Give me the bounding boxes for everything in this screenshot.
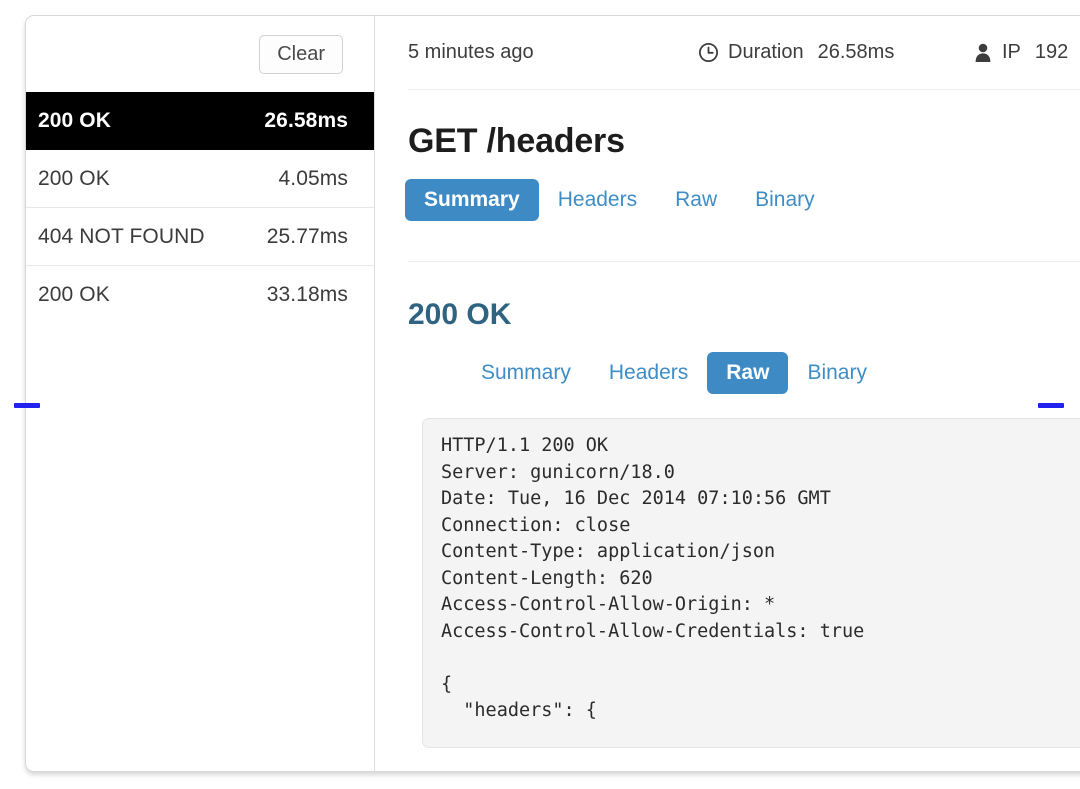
request-tab-binary[interactable]: Binary xyxy=(736,179,834,221)
raw-response-text: HTTP/1.1 200 OK Server: gunicorn/18.0 Da… xyxy=(441,433,1080,725)
clock-icon xyxy=(698,42,719,63)
request-duration: 4.05ms xyxy=(279,167,348,191)
raw-response-block[interactable]: HTTP/1.1 200 OK Server: gunicorn/18.0 Da… xyxy=(422,418,1080,748)
request-detail-pane: 5 minutes ago Duration 26.58ms xyxy=(375,16,1080,771)
request-list-item[interactable]: 200 OK 33.18ms xyxy=(26,266,374,324)
duration-label: Duration xyxy=(728,41,804,64)
resize-handle-left[interactable] xyxy=(14,403,40,408)
request-meta-row: 5 minutes ago Duration 26.58ms xyxy=(408,16,1080,89)
request-list-item[interactable]: 200 OK 4.05ms xyxy=(26,150,374,208)
request-ip: IP 192 xyxy=(973,41,1068,64)
sidebar-toolbar: Clear xyxy=(26,16,374,92)
ip-value: 192 xyxy=(1035,41,1068,64)
response-tab-headers[interactable]: Headers xyxy=(590,352,707,394)
request-status: 404 NOT FOUND xyxy=(38,225,205,249)
clear-button[interactable]: Clear xyxy=(259,35,343,74)
user-icon xyxy=(973,42,993,63)
request-status: 200 OK xyxy=(38,283,110,307)
request-duration: 33.18ms xyxy=(267,283,348,307)
request-tab-raw[interactable]: Raw xyxy=(656,179,736,221)
request-duration: 25.77ms xyxy=(267,225,348,249)
section-divider xyxy=(408,261,1080,262)
resize-handle-right[interactable] xyxy=(1038,403,1064,408)
response-status-title: 200 OK xyxy=(408,298,1080,332)
meta-divider xyxy=(408,89,1080,90)
request-list: 200 OK 26.58ms 200 OK 4.05ms 404 NOT FOUND 25… xyxy=(26,92,374,324)
request-status: 200 OK xyxy=(38,167,110,191)
response-tab-bar: SummaryHeadersRawBinary xyxy=(462,352,1080,394)
request-list-item[interactable]: 404 NOT FOUND 25.77ms xyxy=(26,208,374,266)
request-tab-summary[interactable]: Summary xyxy=(405,179,539,221)
response-tab-summary[interactable]: Summary xyxy=(462,352,590,394)
response-tab-binary[interactable]: Binary xyxy=(788,352,886,394)
request-title: GET /headers xyxy=(408,122,1080,161)
ip-label: IP xyxy=(1002,41,1021,64)
request-status: 200 OK xyxy=(38,109,111,133)
response-tab-raw[interactable]: Raw xyxy=(707,352,788,394)
window-content: Clear 200 OK 26.58ms 200 OK 4.05ms 404 NOT F… xyxy=(26,16,1080,771)
duration-value: 26.58ms xyxy=(818,41,895,64)
request-list-item[interactable]: 200 OK 26.58ms xyxy=(26,92,374,150)
request-duration: 26.58ms xyxy=(264,109,348,133)
request-tab-bar: SummaryHeadersRawBinary xyxy=(405,179,1080,221)
request-duration: Duration 26.58ms xyxy=(698,41,973,64)
app-window: Clear 200 OK 26.58ms 200 OK 4.05ms 404 NOT F… xyxy=(25,15,1080,772)
request-timestamp: 5 minutes ago xyxy=(408,41,698,64)
request-tab-headers[interactable]: Headers xyxy=(539,179,656,221)
request-list-sidebar: Clear 200 OK 26.58ms 200 OK 4.05ms 404 NOT F… xyxy=(26,16,375,771)
